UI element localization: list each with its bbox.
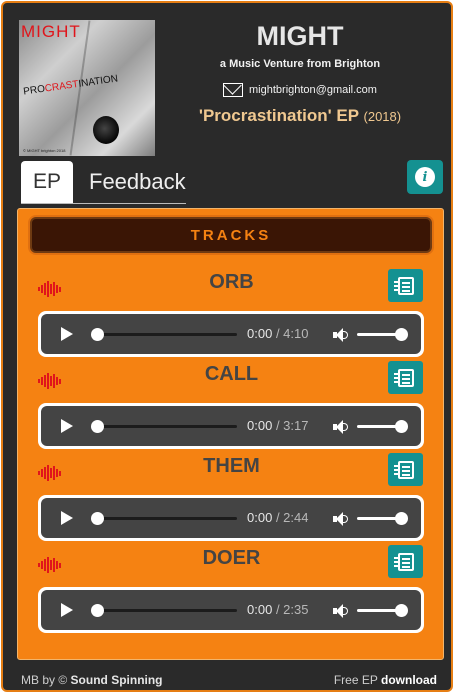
seek-knob[interactable] xyxy=(91,604,104,617)
volume-slider[interactable] xyxy=(357,512,408,525)
cover-footer: © MIGHT brighton 2018 xyxy=(23,148,66,153)
cover-hole xyxy=(93,116,119,144)
play-button[interactable] xyxy=(61,327,73,341)
seek-bar[interactable] xyxy=(91,328,237,341)
audio-player: 0:00 / 3:17 xyxy=(38,403,424,449)
volume-knob[interactable] xyxy=(395,604,408,617)
footer-credit: MB by © Sound Spinning xyxy=(21,673,163,687)
credit-link[interactable]: Sound Spinning xyxy=(71,673,163,687)
volume-knob[interactable] xyxy=(395,420,408,433)
email-row[interactable]: mightbrighton@gmail.com xyxy=(173,83,427,97)
ep-year: (2018) xyxy=(363,109,402,124)
app-frame: MIGHT PROCRASTINATION © MIGHT brighton 2… xyxy=(1,1,453,692)
lyrics-button[interactable] xyxy=(388,361,423,394)
volume-knob[interactable] xyxy=(395,328,408,341)
volume-slider[interactable] xyxy=(357,604,408,617)
volume-icon[interactable] xyxy=(333,604,349,618)
band-name: MIGHT xyxy=(256,21,344,51)
notes-icon xyxy=(393,368,414,387)
info-icon: i xyxy=(415,167,435,187)
time-display: 0:00 / 4:10 xyxy=(247,326,309,341)
tab-underline xyxy=(21,203,186,204)
play-button[interactable] xyxy=(61,511,73,525)
tab-feedback[interactable]: Feedback xyxy=(79,161,196,203)
track-item: THEM 0:00 / 2:44 xyxy=(18,453,445,545)
time-display: 0:00 / 2:35 xyxy=(247,602,309,617)
track-item: DOER 0:00 / 2:35 xyxy=(18,545,445,637)
cover-brand: MIGHT xyxy=(21,22,81,41)
play-button[interactable] xyxy=(61,419,73,433)
time-display: 0:00 / 2:44 xyxy=(247,510,309,525)
notes-icon xyxy=(393,460,414,479)
seek-bar[interactable] xyxy=(91,604,237,617)
seek-bar[interactable] xyxy=(91,512,237,525)
lyrics-button[interactable] xyxy=(388,269,423,302)
volume-icon[interactable] xyxy=(333,328,349,342)
download-link[interactable]: download xyxy=(381,673,437,687)
audio-player: 0:00 / 2:44 xyxy=(38,495,424,541)
volume-icon[interactable] xyxy=(333,512,349,526)
track-item: CALL 0:00 / 3:17 xyxy=(18,361,445,453)
lyrics-button[interactable] xyxy=(388,545,423,578)
seek-knob[interactable] xyxy=(91,512,104,525)
volume-slider[interactable] xyxy=(357,328,408,341)
track-title: ORB xyxy=(209,271,254,293)
email-link[interactable]: mightbrighton@gmail.com xyxy=(249,84,377,96)
seek-bar[interactable] xyxy=(91,420,237,433)
tracks-header: TRACKS xyxy=(30,217,432,253)
cover-title: PROCRASTINATION xyxy=(22,73,119,98)
time-display: 0:00 / 3:17 xyxy=(247,418,309,433)
notes-icon xyxy=(393,552,414,571)
album-cover: MIGHT PROCRASTINATION © MIGHT brighton 2… xyxy=(19,20,155,156)
volume-icon[interactable] xyxy=(333,420,349,434)
volume-knob[interactable] xyxy=(395,512,408,525)
volume-slider[interactable] xyxy=(357,420,408,433)
lyrics-button[interactable] xyxy=(388,453,423,486)
footer-download: Free EP download xyxy=(333,673,437,687)
track-title: CALL xyxy=(204,363,259,385)
info-button[interactable]: i xyxy=(407,160,443,194)
seek-knob[interactable] xyxy=(91,420,104,433)
audio-player: 0:00 / 2:35 xyxy=(38,587,424,633)
seek-knob[interactable] xyxy=(91,328,104,341)
ep-title-line: 'Procrastination' EP (2018) xyxy=(173,106,427,126)
tracks-panel: TRACKS ORB 0:00 / 4:10 CALL 0:00 / 3:17 … xyxy=(17,208,444,660)
track-item: ORB 0:00 / 4:10 xyxy=(18,269,445,361)
envelope-icon[interactable] xyxy=(223,83,244,97)
audio-player: 0:00 / 4:10 xyxy=(38,311,424,357)
tagline: a Music Venture from Brighton xyxy=(219,58,381,70)
play-button[interactable] xyxy=(61,603,73,617)
tab-ep[interactable]: EP xyxy=(21,161,73,203)
ep-title: 'Procrastination' EP xyxy=(198,106,359,125)
notes-icon xyxy=(393,276,414,295)
track-title: THEM xyxy=(203,455,260,477)
track-title: DOER xyxy=(202,547,261,569)
